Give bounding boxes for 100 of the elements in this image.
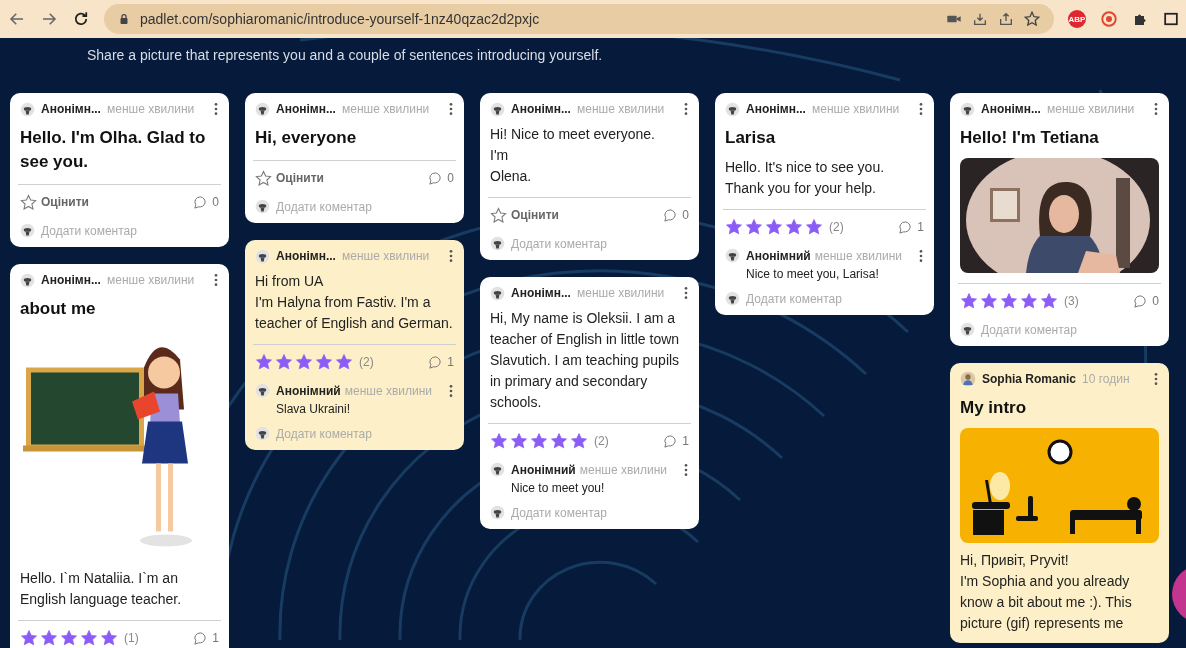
avatar-icon (725, 291, 740, 306)
back-button[interactable] (8, 10, 26, 28)
star-icon (80, 629, 98, 647)
lock-icon (118, 13, 130, 25)
comment-count[interactable]: 1 (193, 630, 219, 646)
comment-count[interactable]: 0 (193, 194, 219, 210)
star-rating[interactable]: (2) (725, 218, 844, 236)
star-icon (570, 432, 588, 450)
more-icon (918, 101, 924, 117)
add-comment-field[interactable]: Додати коментар (255, 195, 372, 214)
author-name: Анонімн... (746, 102, 806, 116)
comment-count[interactable]: 0 (1133, 293, 1159, 309)
star-icon (745, 218, 763, 236)
avatar-icon (20, 101, 35, 117)
avatar-icon (255, 248, 270, 264)
post-title: Hi, everyone (255, 127, 358, 149)
back-icon (8, 10, 26, 28)
comment-icon (663, 207, 679, 223)
comment-text: Nice to meet you, Larisa! (746, 267, 880, 281)
post-text: Hello. I`m Nataliia. I`m an English language teacher. (20, 569, 183, 609)
download-icon (972, 11, 988, 27)
avatar-icon (255, 199, 270, 214)
post-title: Larisa (725, 127, 777, 149)
url-text: padlet.com/sophiaromanic/introduce-yourself-1nz40qzac2d2pxjc (140, 11, 541, 27)
avatar-icon (490, 462, 505, 477)
add-comment-field[interactable]: Додати коментар (490, 501, 607, 520)
star-rating[interactable]: (2) (255, 353, 374, 371)
avatar-icon (255, 101, 270, 117)
forward-button[interactable] (40, 10, 58, 28)
avatar-icon (490, 285, 505, 301)
post-time: менше хвилини (1046, 102, 1136, 116)
rate-button[interactable]: Оцінити (490, 206, 559, 224)
star-icon (335, 353, 353, 371)
panel-icon (1164, 10, 1178, 28)
post-time: менше хвилини (106, 273, 196, 287)
author-name: Анонімн... (981, 102, 1041, 116)
avatar-icon (20, 272, 35, 288)
star-icon (1040, 292, 1058, 310)
post-time: менше хвилини (576, 102, 666, 116)
adblock-extension[interactable]: ABP (1068, 10, 1086, 28)
star-icon (255, 353, 273, 371)
post-title: Hello! I'm Tetiana (960, 127, 1100, 149)
author-name: Анонімн... (41, 102, 101, 116)
reload-button[interactable] (72, 10, 90, 28)
comment-count[interactable]: 0 (663, 207, 689, 223)
comment-count[interactable]: 1 (663, 433, 689, 449)
more-icon (683, 285, 689, 301)
add-comment-field[interactable]: Додати коментар (490, 232, 607, 251)
star-icon (295, 353, 313, 371)
star-rating[interactable]: (1) (20, 629, 139, 647)
comment-icon (898, 219, 914, 235)
author-name: Анонімн... (41, 273, 101, 287)
comment-count[interactable]: 0 (428, 170, 454, 186)
comment-text: Slava Ukraini! (276, 402, 352, 416)
avatar-icon (490, 101, 505, 117)
post-time: менше хвилини (576, 286, 666, 300)
star-icon (100, 629, 118, 647)
more-icon (1153, 101, 1159, 117)
post-title: Hello. I'm Olha. Glad to see you. (20, 127, 207, 173)
board-description: Share a picture that represents you and a couple of sentences introducing yourself. (87, 46, 603, 63)
star-icon (550, 432, 568, 450)
comment-time: менше хвилини (344, 384, 434, 398)
star-rating[interactable]: (2) (490, 432, 609, 450)
avatar-icon (960, 101, 975, 117)
comment-icon (663, 433, 679, 449)
more-icon (213, 272, 219, 288)
comment-author: Анонімний (276, 384, 341, 398)
rate-button[interactable]: Оцінити (255, 169, 324, 187)
forward-icon (40, 10, 58, 28)
post-title: My intro (960, 397, 1028, 419)
avatar-icon (255, 383, 270, 398)
comment-icon (193, 630, 209, 646)
author-name: Анонімн... (276, 249, 336, 263)
more-icon (448, 248, 454, 264)
post-text: Hi, Привіт, Pryvit! I'm Sophia and you already know a bit about me :). This picture (gif) represents me (960, 551, 1133, 633)
post-text: Hello. It's nice to see you. Thank you for your help. (725, 158, 886, 198)
address-bar[interactable]: padlet.com/sophiaromanic/introduce-yourself-1nz40qzac2d2pxjc (104, 4, 1054, 34)
comment-count[interactable]: 1 (428, 354, 454, 370)
star-icon (785, 218, 803, 236)
rate-button[interactable]: Оцінити (20, 193, 89, 211)
star-icon (530, 432, 548, 450)
star-icon (60, 629, 78, 647)
rating-count: (2) (594, 434, 609, 448)
star-icon (20, 629, 38, 647)
avatar-icon (960, 371, 976, 387)
post-text: Hi! Nice to meet everyone. I'm Olena. (490, 125, 656, 186)
more-icon (918, 248, 924, 264)
star-icon (765, 218, 783, 236)
add-comment-field[interactable]: Додати коментар (20, 219, 137, 238)
comment-time: менше хвилини (814, 249, 904, 263)
avatar-icon (20, 223, 35, 238)
add-comment-field[interactable]: Додати коментар (255, 422, 372, 441)
star-rating[interactable]: (3) (960, 292, 1079, 310)
comment-count[interactable]: 1 (898, 219, 924, 235)
author-name: Sophia Romanic (982, 372, 1076, 386)
more-icon (448, 383, 454, 399)
add-comment-field[interactable]: Додати коментар (725, 287, 842, 306)
comment-icon (428, 354, 444, 370)
add-comment-field[interactable]: Додати коментар (960, 318, 1077, 337)
star-icon (510, 432, 528, 450)
